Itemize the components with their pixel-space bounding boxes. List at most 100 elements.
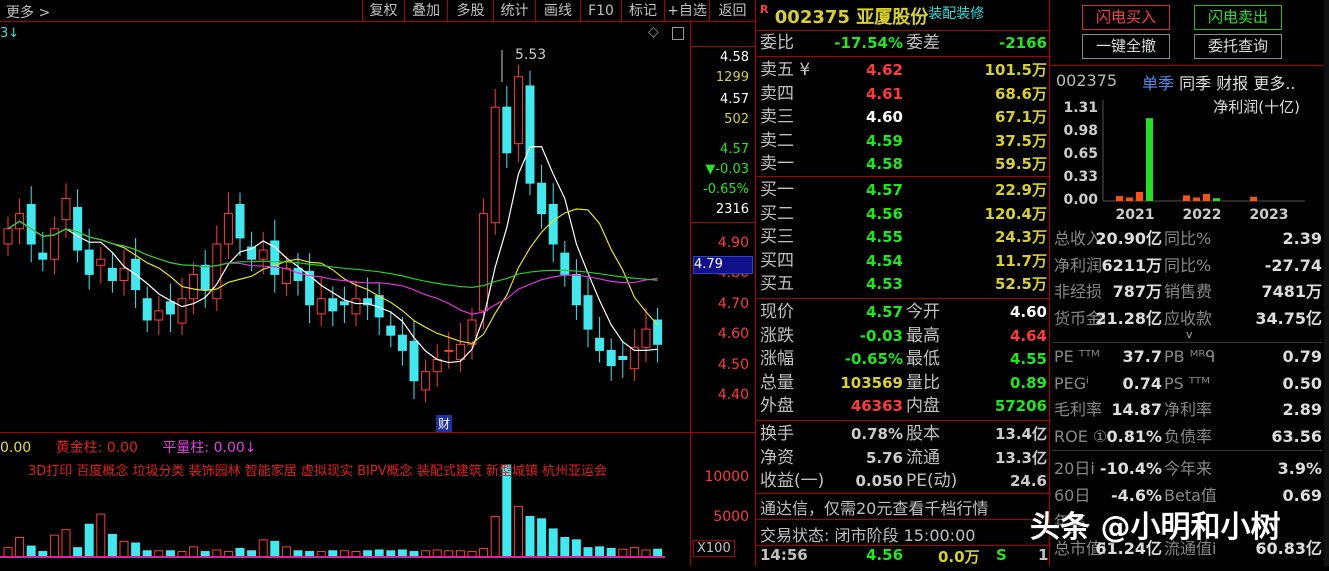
flash-buy-button[interactable]: 闪电买入 [1082, 5, 1170, 30]
vol-axis-10000: 10000 [704, 469, 749, 485]
price-tick-4.90: 4.90 [717, 235, 749, 251]
stat2-label2: 股本 [906, 424, 940, 444]
volume-bar [107, 533, 117, 558]
tab-single-quarter[interactable]: 单季 [1142, 74, 1174, 93]
fin-value2: 3.9% [1277, 459, 1322, 478]
stat-label2: 量比 [906, 372, 940, 393]
scrollbar[interactable] [1324, 0, 1329, 566]
volume-bar [3, 547, 13, 558]
sell-level-4: 卖四 4.61 68.6万 [756, 82, 1051, 106]
order-query-button[interactable]: 委托查询 [1194, 34, 1282, 59]
fin-value: 0.81% [1106, 426, 1162, 446]
industry-link[interactable]: 装配装修 [928, 6, 984, 22]
toolbar-button-4[interactable]: 画线 [535, 0, 580, 22]
panel-toggle-icon[interactable] [672, 27, 684, 40]
stat2-value2: 13.3亿 [994, 448, 1047, 467]
tab-same-quarter[interactable]: 同季 [1179, 74, 1211, 93]
toolbar-button-3[interactable]: 统计 [493, 0, 535, 22]
fin-value: 787万 [1112, 282, 1162, 301]
fin-label: PEGⁱ [1054, 373, 1090, 393]
info-volume: 2316 [715, 202, 749, 217]
fin-chart-title: 净利润(十亿) [1213, 98, 1300, 116]
stat-row: 外盘 46363 内盘 57206 [756, 394, 1051, 418]
candle [571, 259, 581, 320]
buy-level-5-price: 4.53 [865, 275, 903, 294]
diamond-icon[interactable]: ◇ [648, 24, 659, 40]
tick-volume: 0.0万 [938, 548, 980, 566]
stat-label: 总量 [760, 372, 794, 393]
stat-value: 46363 [850, 397, 903, 416]
fin-value2: 34.75亿 [1255, 308, 1322, 328]
toolbar-button-7[interactable]: +自选 [664, 0, 709, 22]
fin-y-tick: 0.98 [1063, 123, 1098, 139]
toolbar-button-8[interactable]: 返回 [709, 0, 755, 22]
volume-bar [15, 537, 25, 558]
fin-bar [1146, 118, 1153, 201]
concept-tags[interactable]: 3D打印 百度概念 垃圾分类 装饰园林 智能家居 虚拟现实 BIPV概念 装配式… [28, 460, 607, 479]
price-tick-4.60: 4.60 [717, 326, 749, 343]
more-menu[interactable]: 更多 > [6, 2, 50, 22]
stat2-label2: PE(动) [906, 471, 958, 492]
candle [154, 295, 164, 336]
candle [26, 186, 36, 263]
tab-more[interactable]: 更多.. [1253, 74, 1295, 93]
fin-label2: 净利率 [1164, 400, 1213, 419]
fin-value2: 63.56 [1271, 426, 1322, 446]
stat-value: 4.57 [865, 303, 903, 321]
volume-bar [131, 542, 141, 558]
fin-row: 20日i -10.4% 今年来 3.9% [1052, 456, 1322, 482]
toolbar-button-1[interactable]: 叠加 [404, 0, 447, 22]
expand-chevron-icon[interactable]: v [1186, 328, 1193, 341]
buy-level-3-label: 买三 [760, 227, 794, 248]
stat2-value: 5.76 [865, 448, 903, 467]
info-vol1: 1299 [715, 70, 749, 85]
buy-level-1-volume: 22.9万 [994, 181, 1047, 199]
toolbar-button-5[interactable]: F10 [580, 0, 621, 22]
stat-value: 103569 [840, 373, 903, 392]
toolbar-button-0[interactable]: 复权 [362, 0, 404, 22]
candle [363, 277, 373, 320]
info-change: ▼-0.03 [705, 162, 749, 177]
fin-row: 非经损 787万 销售费 7481万 [1052, 279, 1322, 305]
fin-y-tick: 0.65 [1063, 146, 1098, 162]
weibi-value: -17.54% [834, 34, 903, 52]
volume-chart[interactable]: 0.00 黄金柱: 0.00 平量柱: 0.00↓ 3D打印 百度概念 垃圾分类… [0, 432, 690, 566]
toolbar-button-6[interactable]: 标记 [621, 0, 664, 22]
buy-level-5: 买五 4.53 52.5万 [756, 272, 1051, 296]
buy-level-1-price: 4.57 [865, 181, 903, 199]
fin-value2: 0.69 [1282, 485, 1322, 505]
ad-banner[interactable]: 通达信，仅需20元查看千档行情 [760, 495, 988, 519]
fin-row: 总收入 20.90亿 同比% 2.39 [1052, 226, 1322, 252]
cancel-all-button[interactable]: 一键全撤 [1082, 34, 1170, 59]
fin-value: 21.28亿 [1095, 308, 1162, 328]
fin-label: 毛利率 [1054, 400, 1103, 419]
volume-bar [96, 513, 106, 558]
tick-side: S [996, 546, 1007, 564]
volume-bar [270, 540, 280, 558]
volume-bar [583, 547, 593, 558]
cursor-price: 4.79 [693, 256, 753, 274]
sell-level-3-label: 卖三 [760, 107, 794, 128]
tab-report[interactable]: 财报 [1216, 74, 1248, 93]
fin-value: 37.7 [1122, 347, 1162, 366]
volume-bar [548, 528, 558, 558]
trade-status: 交易状态: 闭市阶段 15:00:00 [760, 526, 976, 545]
buy-level-5-volume: 52.5万 [994, 275, 1047, 294]
buy-level-3-volume: 24.3万 [994, 228, 1047, 247]
buy-level-4-price: 4.54 [865, 251, 903, 270]
candle [165, 283, 175, 333]
fin-value2: 0.79 [1282, 347, 1322, 366]
kline-chart[interactable]: 3↓ ◇ 5.53 财 [0, 22, 690, 432]
finance-marker[interactable]: 财 [436, 415, 453, 432]
ma5-line [7, 146, 658, 364]
toolbar-button-2[interactable]: 多股 [447, 0, 493, 22]
flash-sell-button[interactable]: 闪电卖出 [1194, 5, 1282, 30]
sell-level-3-volume: 67.1万 [994, 108, 1047, 127]
stat-label: 涨幅 [760, 349, 794, 370]
fin-value2: 7481万 [1261, 282, 1322, 301]
volume-bar [119, 540, 129, 558]
stat2-value: 0.78% [850, 425, 903, 443]
fin-value: 20.90亿 [1095, 229, 1162, 248]
fin-label: 20日i [1054, 459, 1095, 478]
volume-bar [432, 549, 442, 558]
